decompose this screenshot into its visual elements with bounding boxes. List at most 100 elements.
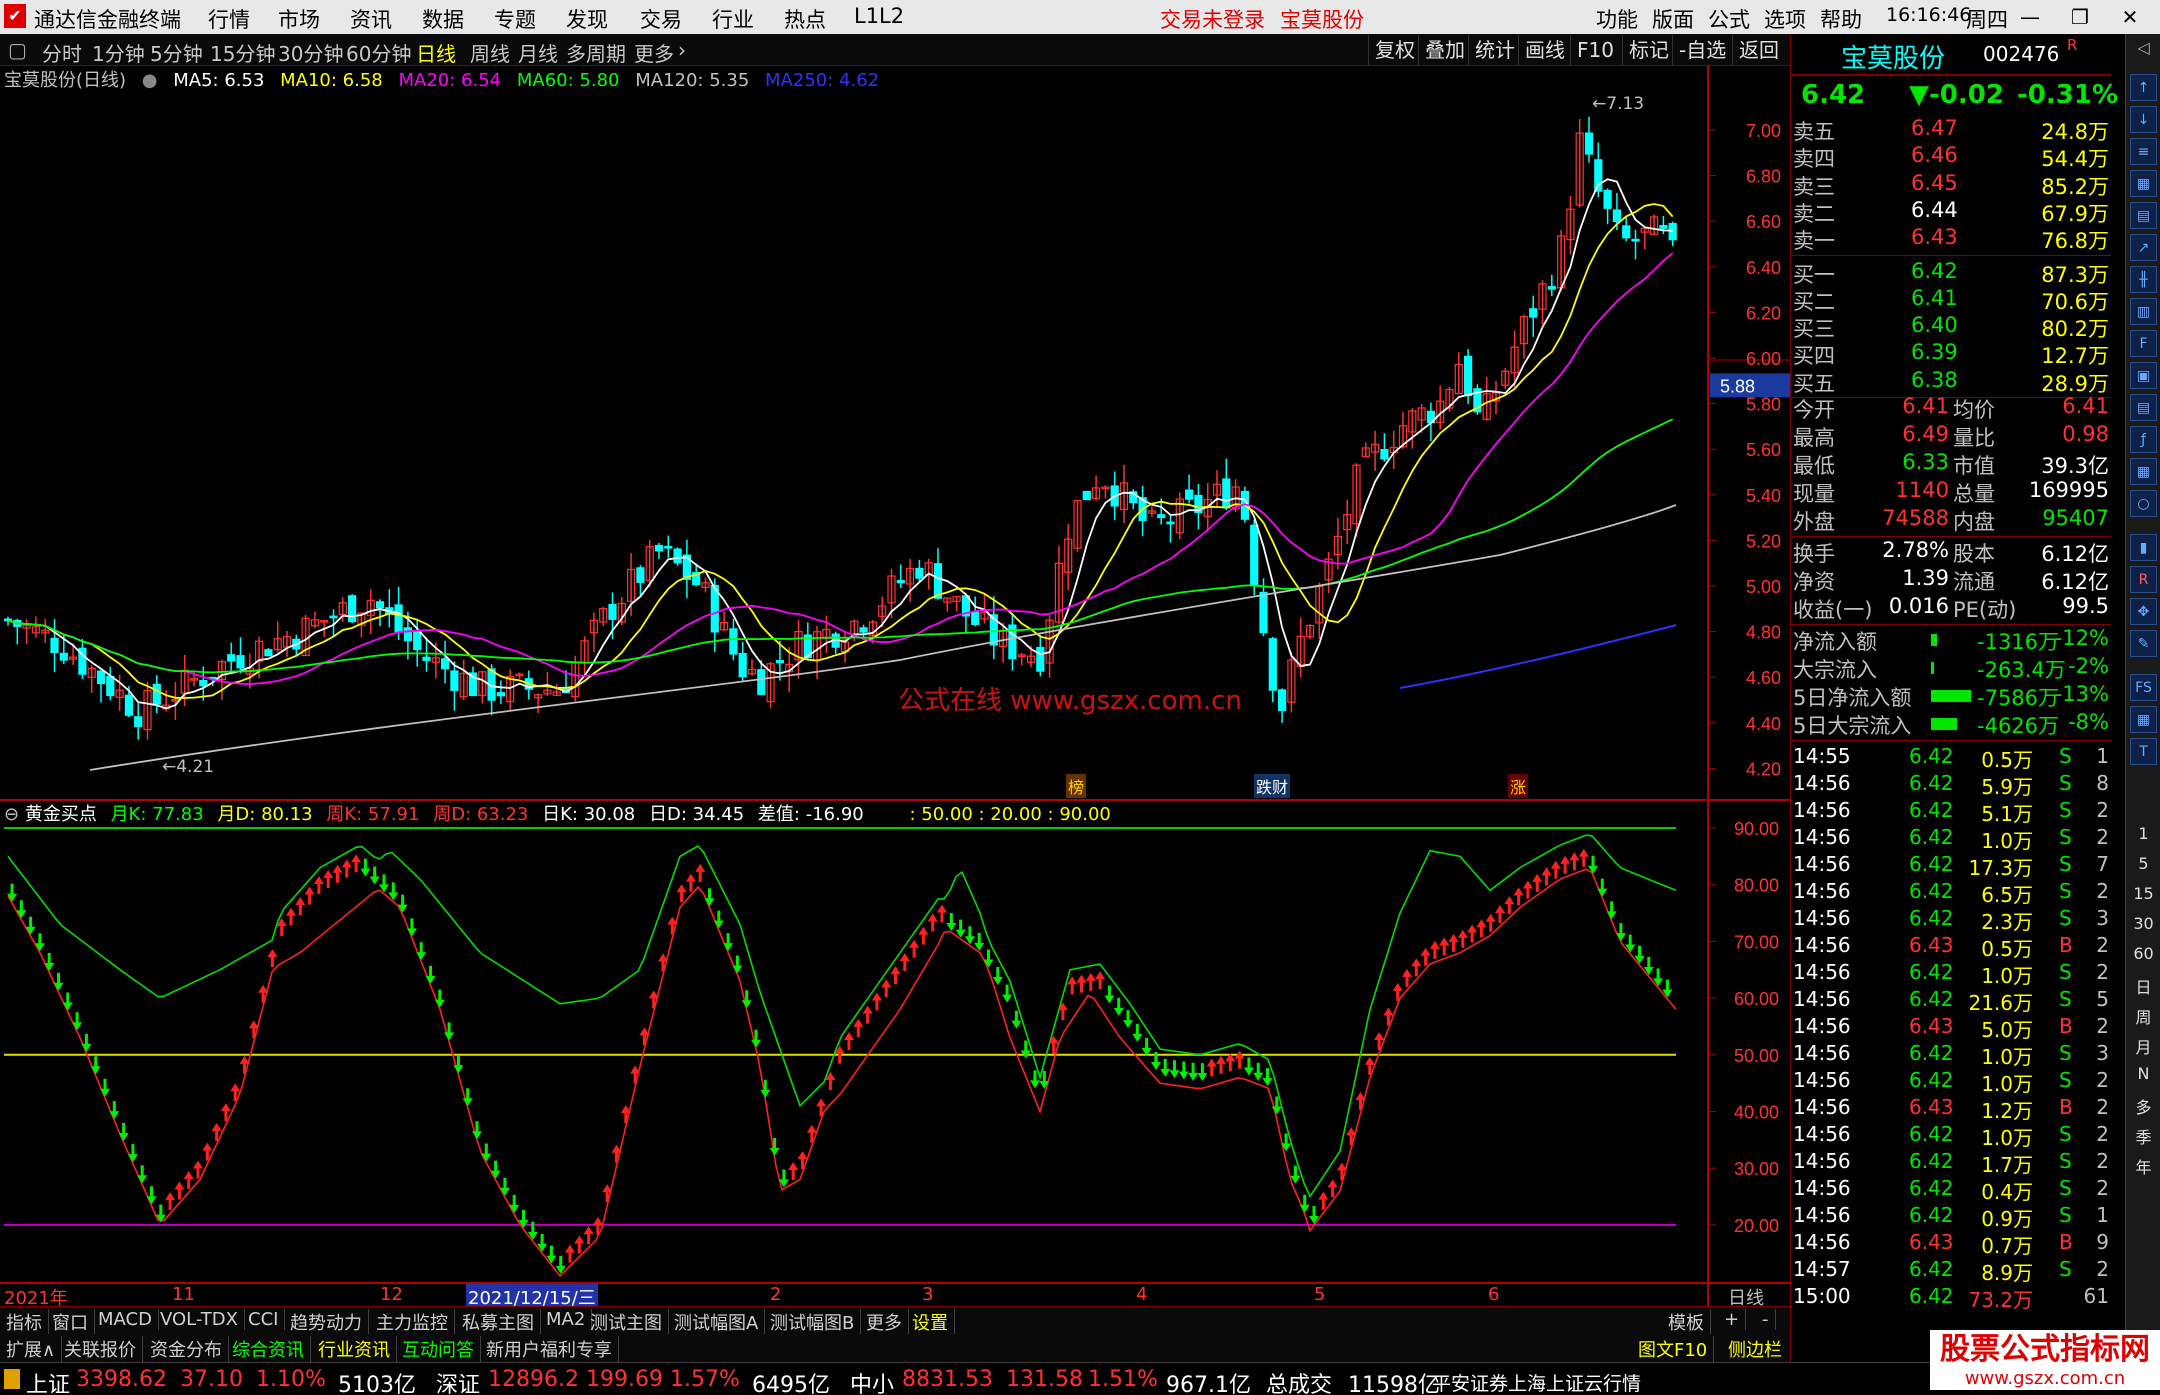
period-15min[interactable]: 15分钟 bbox=[210, 38, 275, 67]
stats-icon[interactable]: ▦ bbox=[2130, 458, 2157, 485]
event-tag-diecai[interactable]: 跌财 bbox=[1254, 774, 1291, 798]
restore-icon[interactable]: ❐ bbox=[2060, 2, 2100, 32]
menu-hangye[interactable]: 行业 bbox=[712, 4, 754, 34]
side-period-3[interactable]: 30 bbox=[2126, 914, 2160, 933]
tab-chuangkou[interactable]: 窗口 bbox=[46, 1309, 95, 1335]
side-period-10[interactable]: 季 bbox=[2126, 1124, 2160, 1148]
report-icon[interactable]: ▥ bbox=[2130, 298, 2157, 325]
sz-label[interactable]: 深证 bbox=[436, 1367, 480, 1395]
menu-gongneng[interactable]: 功能 bbox=[1596, 4, 1638, 34]
side-period-0[interactable]: 1 bbox=[2126, 824, 2160, 843]
circle-icon[interactable]: ○ bbox=[2130, 490, 2157, 517]
tab-cci[interactable]: CCI bbox=[242, 1309, 286, 1330]
alert-icon[interactable] bbox=[4, 1369, 20, 1389]
tool-tongji[interactable]: 统计 bbox=[1468, 35, 1521, 65]
tab-qushidongli[interactable]: 趋势动力 bbox=[284, 1309, 369, 1335]
tab-zonghezixun[interactable]: 综合资讯 bbox=[226, 1336, 311, 1362]
up-arrow-icon[interactable]: ↑ bbox=[2130, 74, 2157, 101]
close-icon[interactable]: ✕ bbox=[2110, 2, 2150, 32]
tab-ceshifutub[interactable]: 测试幅图B bbox=[764, 1309, 862, 1335]
side-period-11[interactable]: 年 bbox=[2126, 1154, 2160, 1178]
collapse-icon[interactable]: ◁ bbox=[2126, 38, 2160, 57]
period-more[interactable]: 更多 bbox=[634, 38, 674, 67]
grid-icon[interactable]: ▦ bbox=[2130, 706, 2157, 733]
tab-vol-tdx[interactable]: VOL-TDX bbox=[154, 1309, 245, 1330]
tool-diejia[interactable]: 叠加 bbox=[1418, 35, 1471, 65]
text-icon[interactable]: T bbox=[2130, 738, 2157, 765]
remove-tab-button[interactable]: - bbox=[1756, 1309, 1776, 1330]
period-monthly[interactable]: 月线 bbox=[518, 38, 558, 67]
trend-icon[interactable]: ↗ bbox=[2130, 234, 2157, 261]
rsi-icon[interactable]: R bbox=[2130, 566, 2157, 593]
indicator-name[interactable]: 黄金买点 bbox=[25, 804, 97, 825]
minimize-icon[interactable]: — bbox=[2010, 2, 2050, 32]
side-period-2[interactable]: 15 bbox=[2126, 884, 2160, 903]
side-period-7[interactable]: 月 bbox=[2126, 1034, 2160, 1058]
period-1min[interactable]: 1分钟 bbox=[92, 38, 145, 67]
period-5min[interactable]: 5分钟 bbox=[150, 38, 203, 67]
period-60min[interactable]: 60分钟 bbox=[346, 38, 411, 67]
tool-fuquan[interactable]: 复权 bbox=[1368, 35, 1421, 65]
menu-bangzhu[interactable]: 帮助 bbox=[1820, 4, 1862, 34]
tab-hudongwenda[interactable]: 互动问答 bbox=[396, 1336, 481, 1362]
trade-status-link[interactable]: 交易未登录 bbox=[1160, 4, 1265, 34]
tool-zixuan[interactable]: -自选 bbox=[1672, 35, 1732, 65]
tab-zhibiao[interactable]: 指标 bbox=[0, 1309, 49, 1335]
indicator-collapse-icon[interactable]: ⊖ bbox=[4, 804, 19, 825]
menu-xuanxiang[interactable]: 选项 bbox=[1764, 4, 1806, 34]
move-icon[interactable]: ✥ bbox=[2130, 598, 2157, 625]
tab-tuwen-f10[interactable]: 图文F10 bbox=[1632, 1336, 1715, 1362]
tab-ceshifutua[interactable]: 测试幅图A bbox=[668, 1309, 766, 1335]
chevron-right-icon[interactable]: › bbox=[678, 38, 686, 62]
menu-zhuanti[interactable]: 专题 bbox=[494, 4, 536, 34]
menu-redian[interactable]: 热点 bbox=[784, 4, 826, 34]
period-weekly[interactable]: 周线 bbox=[470, 38, 510, 67]
menu-shichang[interactable]: 市场 bbox=[278, 4, 320, 34]
tab-shezhi[interactable]: 设置 bbox=[906, 1309, 955, 1335]
menu-gongshi[interactable]: 公式 bbox=[1708, 4, 1750, 34]
period-multi[interactable]: 多周期 bbox=[566, 38, 626, 67]
calc-icon[interactable]: ▤ bbox=[2130, 394, 2157, 421]
tab-guanlianbaojia[interactable]: 关联报价 bbox=[58, 1336, 143, 1362]
tab-gengduo[interactable]: 更多 bbox=[860, 1309, 909, 1335]
f10-icon[interactable]: F bbox=[2130, 330, 2157, 357]
tab-zhulijiankong[interactable]: 主力监控 bbox=[370, 1309, 455, 1335]
tab-kuozhan[interactable]: 扩展∧ bbox=[0, 1336, 63, 1362]
sh-label[interactable]: 上证 bbox=[26, 1367, 70, 1395]
tab-moban[interactable]: 模板 bbox=[1662, 1309, 1711, 1335]
side-period-6[interactable]: 周 bbox=[2126, 1004, 2160, 1028]
zx-label[interactable]: 中小 bbox=[850, 1367, 894, 1395]
down-arrow-icon[interactable]: ↓ bbox=[2130, 106, 2157, 133]
event-tag-bang[interactable]: 榜 bbox=[1066, 774, 1087, 798]
menu-banmian[interactable]: 版面 bbox=[1652, 4, 1694, 34]
quote-list-icon[interactable]: ≡ bbox=[2130, 138, 2157, 165]
stock-name-link[interactable]: 宝莫股份 bbox=[1280, 4, 1364, 34]
period-30min[interactable]: 30分钟 bbox=[278, 38, 343, 67]
tool-f10[interactable]: F10 bbox=[1570, 35, 1620, 65]
side-period-1[interactable]: 5 bbox=[2126, 854, 2160, 873]
add-tab-button[interactable]: + bbox=[1718, 1309, 1747, 1330]
menu-shuju[interactable]: 数据 bbox=[422, 4, 464, 34]
event-tag-zhang[interactable]: 涨 bbox=[1508, 774, 1529, 798]
tool-biaoji[interactable]: 标记 bbox=[1622, 35, 1675, 65]
pen-icon[interactable]: ✎ bbox=[2130, 630, 2157, 657]
side-period-5[interactable]: 日 bbox=[2126, 974, 2160, 998]
tool-fanhui[interactable]: 返回 bbox=[1732, 35, 1785, 65]
side-period-9[interactable]: 多 bbox=[2126, 1094, 2160, 1118]
menu-jiaoyi[interactable]: 交易 bbox=[640, 4, 682, 34]
side-period-8[interactable]: N bbox=[2126, 1064, 2160, 1083]
period-daily[interactable]: 日线 bbox=[416, 38, 456, 67]
menu-l1l2[interactable]: L1L2 bbox=[854, 4, 904, 28]
kline-icon[interactable]: ╫ bbox=[2130, 266, 2157, 293]
tab-hangyezixun[interactable]: 行业资讯 bbox=[312, 1336, 397, 1362]
formula-icon[interactable]: ƒ bbox=[2130, 426, 2157, 453]
menu-faxian[interactable]: 发现 bbox=[566, 4, 608, 34]
side-period-4[interactable]: 60 bbox=[2126, 944, 2160, 963]
chart-icon[interactable]: ▤ bbox=[2130, 202, 2157, 229]
tab-xinyonghu[interactable]: 新用户福利专享 bbox=[480, 1336, 619, 1362]
settings-icon[interactable]: ● bbox=[142, 70, 158, 91]
bar-chart-icon[interactable]: ▮ bbox=[2130, 534, 2157, 561]
tab-simuzhutu[interactable]: 私募主图 bbox=[456, 1309, 541, 1335]
period-fenshi[interactable]: 分时 bbox=[42, 38, 82, 67]
tab-macd[interactable]: MACD bbox=[92, 1309, 159, 1330]
